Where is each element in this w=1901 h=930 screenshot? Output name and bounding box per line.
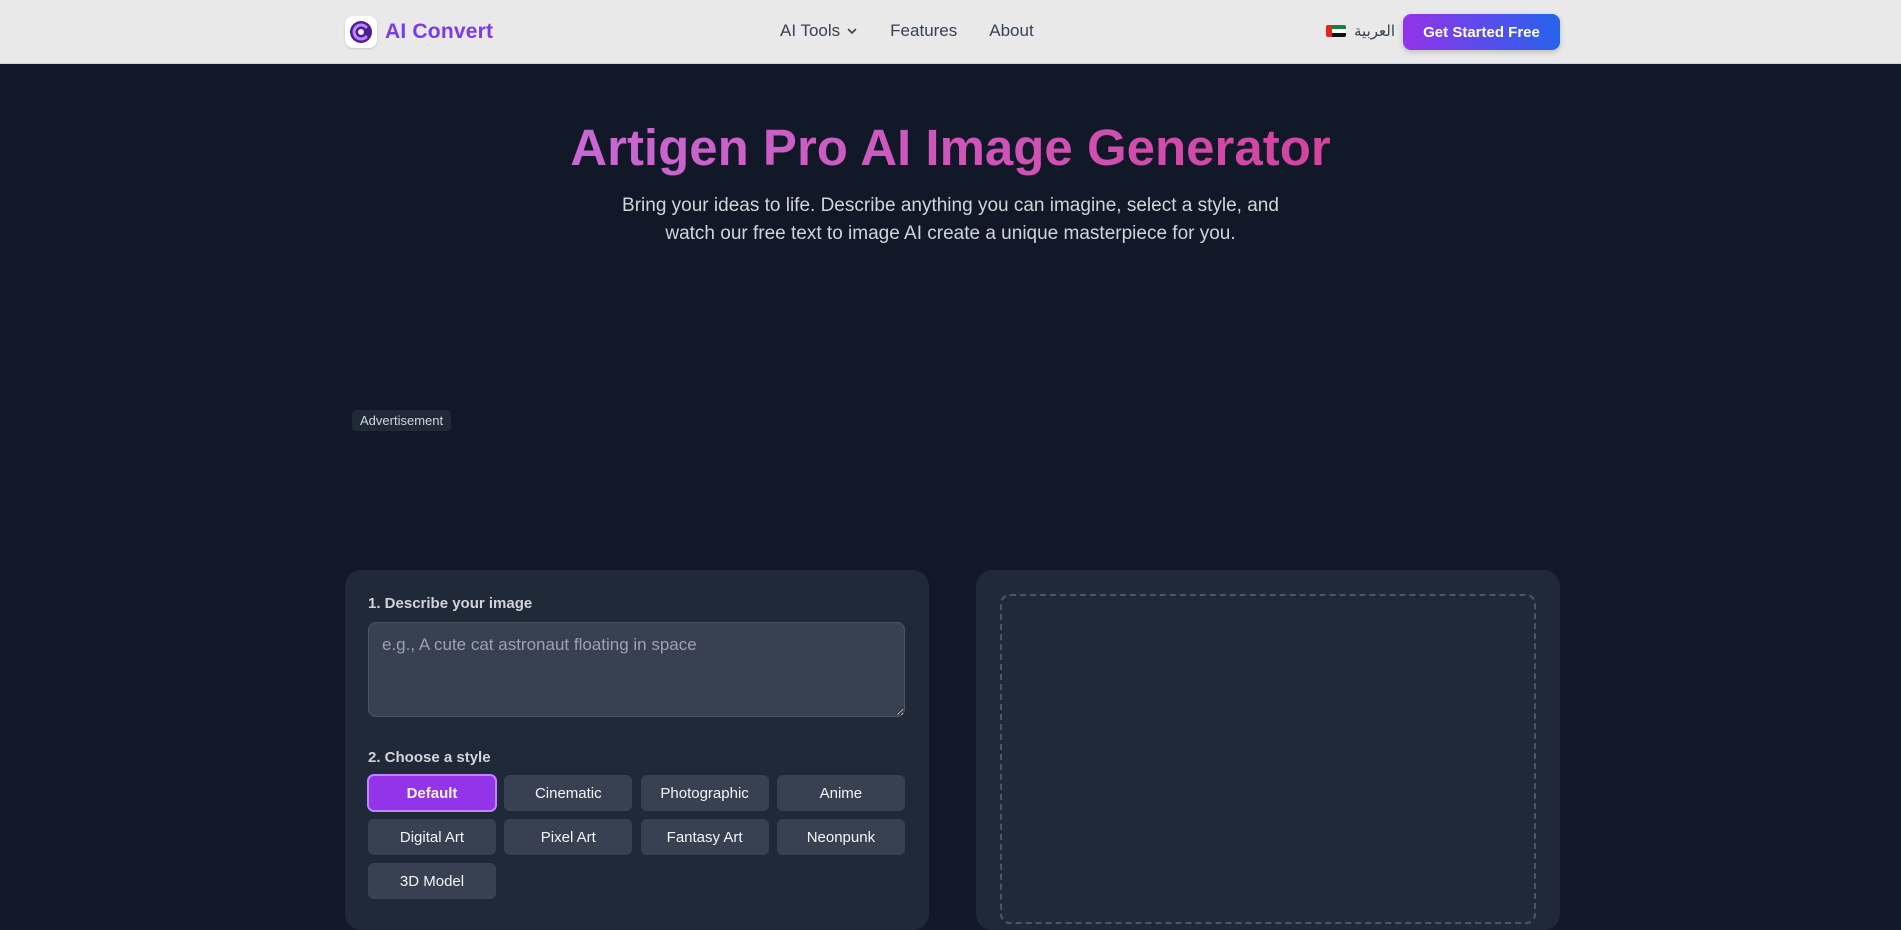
image-preview-area — [1000, 594, 1536, 924]
style-option-3d-model[interactable]: 3D Model — [368, 863, 496, 899]
style-option-neonpunk[interactable]: Neonpunk — [777, 819, 905, 855]
describe-label: 1. Describe your image — [368, 595, 532, 612]
style-options: Default Cinematic Photographic Anime Dig… — [368, 775, 905, 899]
nav-item-about[interactable]: About — [989, 21, 1033, 41]
top-navbar: AI Convert AI Tools Features About العرب… — [0, 0, 1901, 64]
ai-convert-logo-icon — [345, 16, 377, 48]
brand-name: AI Convert — [385, 20, 493, 44]
uae-flag-icon — [1326, 25, 1346, 37]
style-option-default[interactable]: Default — [368, 775, 496, 811]
language-label: العربية — [1354, 22, 1395, 40]
brand[interactable]: AI Convert — [345, 16, 493, 48]
main-nav: AI Tools Features About — [780, 21, 1034, 41]
style-option-digital-art[interactable]: Digital Art — [368, 819, 496, 855]
page-title: Artigen Pro AI Image Generator — [0, 118, 1901, 177]
language-switcher[interactable]: العربية — [1326, 22, 1395, 40]
style-option-fantasy-art[interactable]: Fantasy Art — [641, 819, 769, 855]
style-label: 2. Choose a style — [368, 749, 491, 766]
style-option-pixel-art[interactable]: Pixel Art — [504, 819, 632, 855]
nav-label-features: Features — [890, 21, 957, 41]
generator-panel: 1. Describe your image 2. Choose a style… — [345, 570, 929, 930]
prompt-input[interactable] — [368, 622, 905, 717]
nav-label-about: About — [989, 21, 1033, 41]
get-started-button[interactable]: Get Started Free — [1403, 14, 1560, 50]
nav-item-ai-tools[interactable]: AI Tools — [780, 21, 858, 41]
nav-label-ai-tools: AI Tools — [780, 21, 840, 41]
nav-item-features[interactable]: Features — [890, 21, 957, 41]
chevron-down-icon — [846, 25, 858, 37]
style-option-cinematic[interactable]: Cinematic — [504, 775, 632, 811]
style-option-photographic[interactable]: Photographic — [641, 775, 769, 811]
advertisement-label: Advertisement — [352, 410, 451, 431]
image-output-panel — [976, 570, 1560, 930]
page-subtitle: Bring your ideas to life. Describe anyth… — [600, 192, 1301, 248]
style-option-anime[interactable]: Anime — [777, 775, 905, 811]
